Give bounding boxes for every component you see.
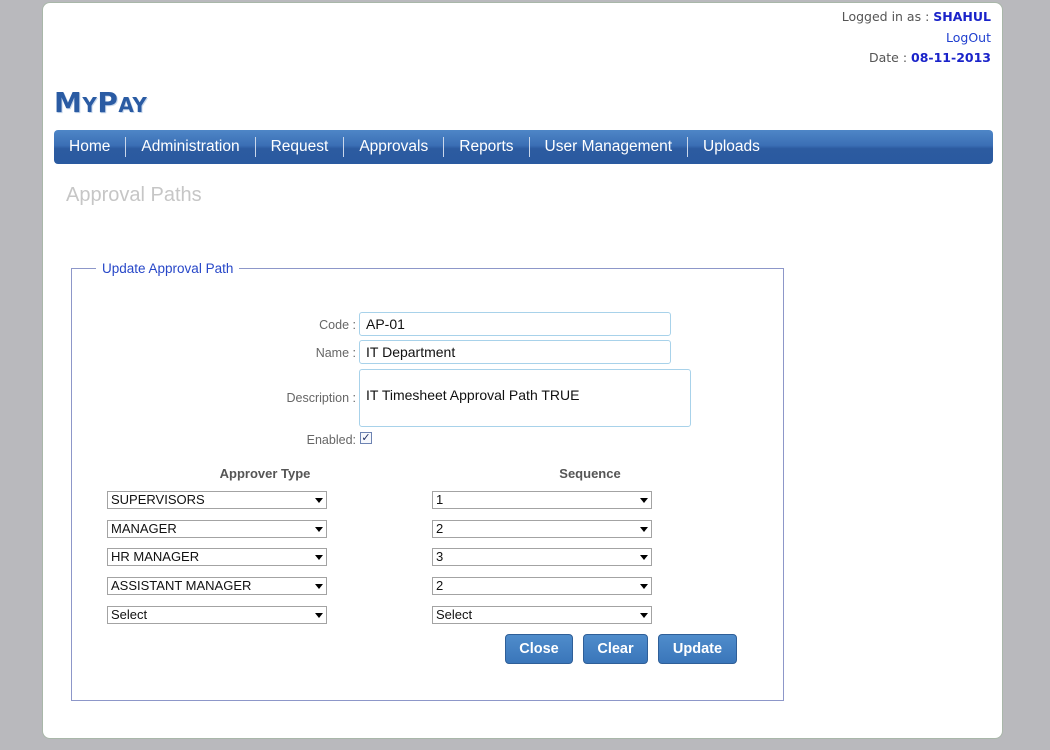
nav-administration[interactable]: Administration xyxy=(125,137,254,157)
approver-type-select[interactable]: ASSISTANT MANAGER xyxy=(107,577,327,595)
dropdown-arrow-icon xyxy=(315,613,323,618)
sequence-header: Sequence xyxy=(559,466,621,481)
selected-value: HR MANAGER xyxy=(111,549,200,564)
dropdown-arrow-icon xyxy=(640,555,648,560)
logged-in-label: Logged in as : xyxy=(841,9,930,24)
selected-value: 3 xyxy=(436,549,444,564)
close-button[interactable]: Close xyxy=(505,634,573,664)
selected-value: Select xyxy=(436,607,473,622)
approver-type-select[interactable]: MANAGER xyxy=(107,520,327,538)
date-label: Date : xyxy=(868,50,908,65)
page-container: Logged in as : SHAHUL LogOut Date : 08-1… xyxy=(42,2,1003,739)
sequence-select[interactable]: Select xyxy=(432,606,652,624)
sequence-select[interactable]: 1 xyxy=(432,491,652,509)
name-input[interactable]: IT Department xyxy=(359,340,671,364)
sequence-select[interactable]: 2 xyxy=(432,520,652,538)
dropdown-arrow-icon xyxy=(315,498,323,503)
dropdown-arrow-icon xyxy=(640,527,648,532)
date-line: Date : 08-11-2013 xyxy=(842,48,991,69)
username: SHAHUL xyxy=(933,9,991,24)
approver-type-select[interactable]: Select xyxy=(107,606,327,624)
nav-home[interactable]: Home xyxy=(54,137,125,157)
code-label: Code : xyxy=(319,318,356,332)
code-input[interactable]: AP-01 xyxy=(359,312,671,336)
name-label: Name : xyxy=(315,346,356,360)
dropdown-arrow-icon xyxy=(640,498,648,503)
description-textarea[interactable]: IT Timesheet Approval Path TRUE xyxy=(359,369,691,427)
selected-value: Select xyxy=(111,607,148,622)
sequence-select[interactable]: 2 xyxy=(432,577,652,595)
nav-approvals[interactable]: Approvals xyxy=(343,137,443,157)
selected-value: SUPERVISORS xyxy=(111,492,205,507)
fieldset-legend: Update Approval Path xyxy=(102,261,234,276)
user-info: Logged in as : SHAHUL LogOut Date : 08-1… xyxy=(842,7,991,69)
dropdown-arrow-icon xyxy=(640,584,648,589)
approver-type-header: Approver Type xyxy=(219,466,311,481)
nav-reports[interactable]: Reports xyxy=(443,137,528,157)
nav-user-management[interactable]: User Management xyxy=(528,137,688,157)
description-label: Description : xyxy=(286,391,356,405)
nav-uploads[interactable]: Uploads xyxy=(687,137,775,157)
selected-value: MANAGER xyxy=(111,521,177,536)
approver-type-select[interactable]: SUPERVISORS xyxy=(107,491,327,509)
update-button[interactable]: Update xyxy=(658,634,737,664)
dropdown-arrow-icon xyxy=(315,555,323,560)
main-nav: Home Administration Request Approvals Re… xyxy=(54,130,993,164)
selected-value: 1 xyxy=(436,492,444,507)
nav-request[interactable]: Request xyxy=(254,137,344,157)
selected-value: 2 xyxy=(436,521,444,536)
enabled-checkbox[interactable]: ✓ xyxy=(360,432,372,444)
logout-link[interactable]: LogOut xyxy=(946,30,991,45)
selected-value: 2 xyxy=(436,578,444,593)
sequence-select[interactable]: 3 xyxy=(432,548,652,566)
clear-button[interactable]: Clear xyxy=(583,634,648,664)
page-title: Approval Paths xyxy=(66,184,202,206)
dropdown-arrow-icon xyxy=(640,613,648,618)
selected-value: ASSISTANT MANAGER xyxy=(111,578,252,593)
mypay-logo: MyPay xyxy=(54,86,148,119)
date-value: 08-11-2013 xyxy=(911,50,991,65)
approver-type-select[interactable]: HR MANAGER xyxy=(107,548,327,566)
logged-in-line: Logged in as : SHAHUL xyxy=(842,7,991,28)
enabled-label: Enabled: xyxy=(306,433,356,447)
dropdown-arrow-icon xyxy=(315,584,323,589)
dropdown-arrow-icon xyxy=(315,527,323,532)
